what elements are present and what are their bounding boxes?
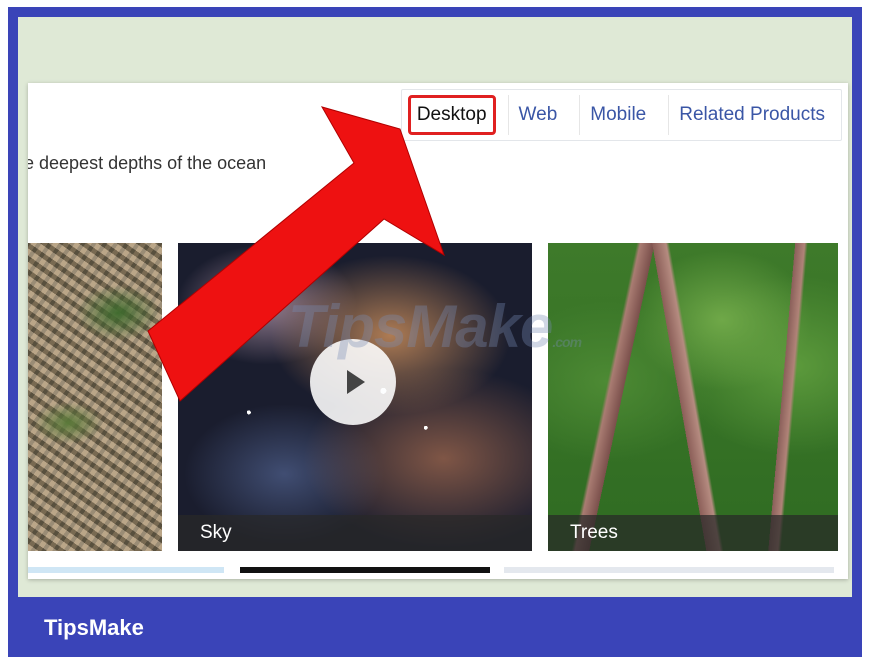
screenshot-frame: Desktop Web Mobile Related Products e de… [8, 7, 862, 657]
tab-web[interactable]: Web [507, 95, 568, 135]
tagline: e deepest depths of the ocean [28, 153, 267, 173]
next-row-strip [28, 567, 224, 573]
tile-caption-trees: Trees [548, 515, 838, 551]
footer-brand: TipsMake [44, 615, 144, 640]
footer-bar: TipsMake [8, 597, 862, 657]
tile-caption-sky: Sky [178, 515, 532, 551]
tab-related-products[interactable]: Related Products [668, 95, 835, 135]
tile-sky[interactable]: Sky [178, 243, 532, 551]
product-tabs: Desktop Web Mobile Related Products [400, 89, 842, 141]
tab-mobile[interactable]: Mobile [579, 95, 656, 135]
tile-trees[interactable]: Trees [548, 243, 838, 551]
play-button[interactable] [310, 339, 396, 425]
next-row-strip [504, 567, 834, 573]
play-icon [347, 370, 365, 394]
tile-earth[interactable] [28, 243, 162, 551]
content-panel: Desktop Web Mobile Related Products e de… [28, 83, 848, 579]
next-row-strip [240, 567, 490, 573]
tab-desktop[interactable]: Desktop [407, 95, 496, 135]
